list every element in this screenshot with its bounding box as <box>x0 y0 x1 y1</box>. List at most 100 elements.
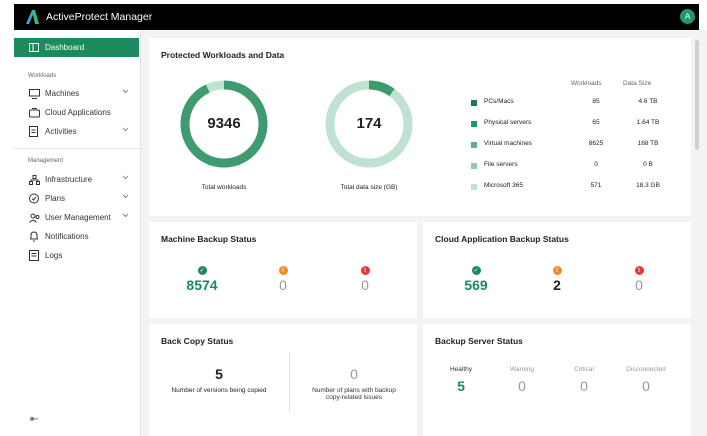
app-title: ActiveProtect Manager <box>46 11 153 23</box>
legend-swatch <box>471 121 477 127</box>
row-workloads: 8625 <box>588 140 604 147</box>
sidebar-item-logs[interactable]: Logs <box>14 246 139 265</box>
cloud-backup-card: Cloud Application Backup Status ✓ 569 ! … <box>423 222 691 318</box>
healthy-count: 5 <box>457 378 465 394</box>
section-label-management: Management <box>28 158 64 164</box>
row-size: 0 B <box>643 161 653 168</box>
chevron-down-icon <box>122 194 129 199</box>
row-workloads: 0 <box>594 161 598 168</box>
collapse-left-icon[interactable]: ⇤ <box>30 414 38 425</box>
sidebar-item-user-management[interactable]: User Management <box>14 208 139 227</box>
row-name: Microsoft 365 <box>484 182 524 189</box>
warning-count: 0 <box>279 277 287 293</box>
critical-label: Critical <box>574 366 594 373</box>
total-workloads-value: 9346 <box>207 115 241 132</box>
sidebar-item-label: Activities <box>45 127 77 136</box>
top-bar: ActiveProtect Manager A <box>14 4 699 30</box>
users-icon <box>28 212 40 224</box>
versions-count: 5 <box>215 366 223 382</box>
sidebar-item-label: Plans <box>45 194 66 203</box>
sidebar: Dashboard Workloads Machines Cloud Appli… <box>14 30 141 436</box>
section-label-workloads: Workloads <box>28 73 57 79</box>
row-workloads: 85 <box>592 98 600 105</box>
total-workloads-caption: Total workloads <box>201 184 247 191</box>
table-row: Virtual machines 8625 168 TB <box>471 139 671 151</box>
warning-count: 0 <box>518 378 526 394</box>
healthy-stat: Healthy 5 <box>431 366 491 394</box>
divider <box>289 352 290 412</box>
row-workloads: 65 <box>592 119 600 126</box>
issues-label-line1: Number of plans with backup <box>312 387 396 394</box>
protected-workloads-card: Protected Workloads and Data 9346 Total … <box>149 38 691 216</box>
column-header-data-size: Data Size <box>623 80 652 87</box>
chevron-down-icon <box>122 213 129 218</box>
sidebar-item-cloud-applications[interactable]: Cloud Applications <box>14 103 139 122</box>
card-title: Backup Server Status <box>435 336 523 346</box>
versions-stat: 5 Number of versions being copied <box>159 366 279 394</box>
sidebar-item-label: Logs <box>45 251 63 260</box>
issues-stat: 0 Number of plans with backup copy-relat… <box>295 366 413 401</box>
card-title: Cloud Application Backup Status <box>435 234 569 244</box>
back-copy-card: Back Copy Status 5 Number of versions be… <box>149 324 417 436</box>
error-stat: ! 0 <box>609 266 669 293</box>
data-size-donut: 174 <box>324 79 414 169</box>
row-name: File servers <box>484 161 518 168</box>
sidebar-item-activities[interactable]: Activities <box>14 122 139 141</box>
warning-icon: ! <box>552 266 562 275</box>
avatar[interactable]: A <box>680 9 695 24</box>
warning-stat: ! 2 <box>527 266 587 293</box>
warning-count: 2 <box>553 277 561 293</box>
sidebar-item-label: Machines <box>45 89 80 98</box>
success-count: 8574 <box>186 277 218 293</box>
disconnected-count: 0 <box>642 378 650 394</box>
logs-icon <box>28 250 40 262</box>
dashboard-icon <box>28 42 40 54</box>
table-row: Physical servers 65 1.64 TB <box>471 118 671 130</box>
sidebar-item-notifications[interactable]: Notifications <box>14 227 139 246</box>
app-logo-icon <box>26 10 39 24</box>
chevron-down-icon <box>122 89 129 94</box>
error-stat: ! 0 <box>335 266 395 293</box>
sidebar-item-label: User Management <box>45 213 111 222</box>
bell-icon <box>28 231 40 243</box>
check-circle-icon: ✓ <box>471 266 481 275</box>
column-header-workloads: Workloads <box>571 80 602 87</box>
workloads-donut: 9346 <box>179 79 269 169</box>
warning-stat: ! 0 <box>253 266 313 293</box>
success-stat: ✓ 569 <box>446 266 506 293</box>
sidebar-item-plans[interactable]: Plans <box>14 189 139 208</box>
machines-icon <box>28 88 40 100</box>
issues-label-line2: copy-related issues <box>326 394 382 401</box>
sidebar-item-machines[interactable]: Machines <box>14 84 139 103</box>
backup-server-card: Backup Server Status Healthy 5 Warning 0… <box>423 324 691 436</box>
sidebar-item-label: Dashboard <box>45 43 85 52</box>
healthy-label: Healthy <box>449 366 473 373</box>
warning-label: Warning <box>510 366 534 373</box>
row-name: PCs/Macs <box>484 98 514 105</box>
disconnected-label: Disconnected <box>626 366 666 373</box>
plans-shield-icon <box>28 193 40 205</box>
machine-backup-card: Machine Backup Status ✓ 8574 ! 0 ! 0 <box>149 222 417 318</box>
success-stat: ✓ 8574 <box>172 266 232 293</box>
row-name: Virtual machines <box>484 140 532 147</box>
sidebar-item-label: Infrastructure <box>45 175 93 184</box>
error-icon: ! <box>634 266 644 275</box>
row-size: 1.64 TB <box>636 119 660 126</box>
sidebar-item-label: Notifications <box>45 232 89 241</box>
critical-stat: Critical 0 <box>554 366 614 394</box>
legend-swatch <box>471 184 477 190</box>
table-row: Microsoft 365 571 18.3 GB <box>471 181 671 193</box>
critical-count: 0 <box>580 378 588 394</box>
activities-icon <box>28 126 40 138</box>
disconnected-stat: Disconnected 0 <box>616 366 676 394</box>
sidebar-item-infrastructure[interactable]: Infrastructure <box>14 170 139 189</box>
check-circle-icon: ✓ <box>197 266 207 275</box>
sidebar-item-dashboard[interactable]: Dashboard <box>14 38 139 57</box>
total-data-value: 174 <box>356 115 382 132</box>
row-name: Physical servers <box>484 119 532 126</box>
cloud-apps-icon <box>28 107 40 119</box>
row-size: 18.3 GB <box>636 182 660 189</box>
card-title: Protected Workloads and Data <box>161 50 285 60</box>
scrollbar[interactable] <box>695 40 699 150</box>
chevron-down-icon <box>122 127 129 132</box>
